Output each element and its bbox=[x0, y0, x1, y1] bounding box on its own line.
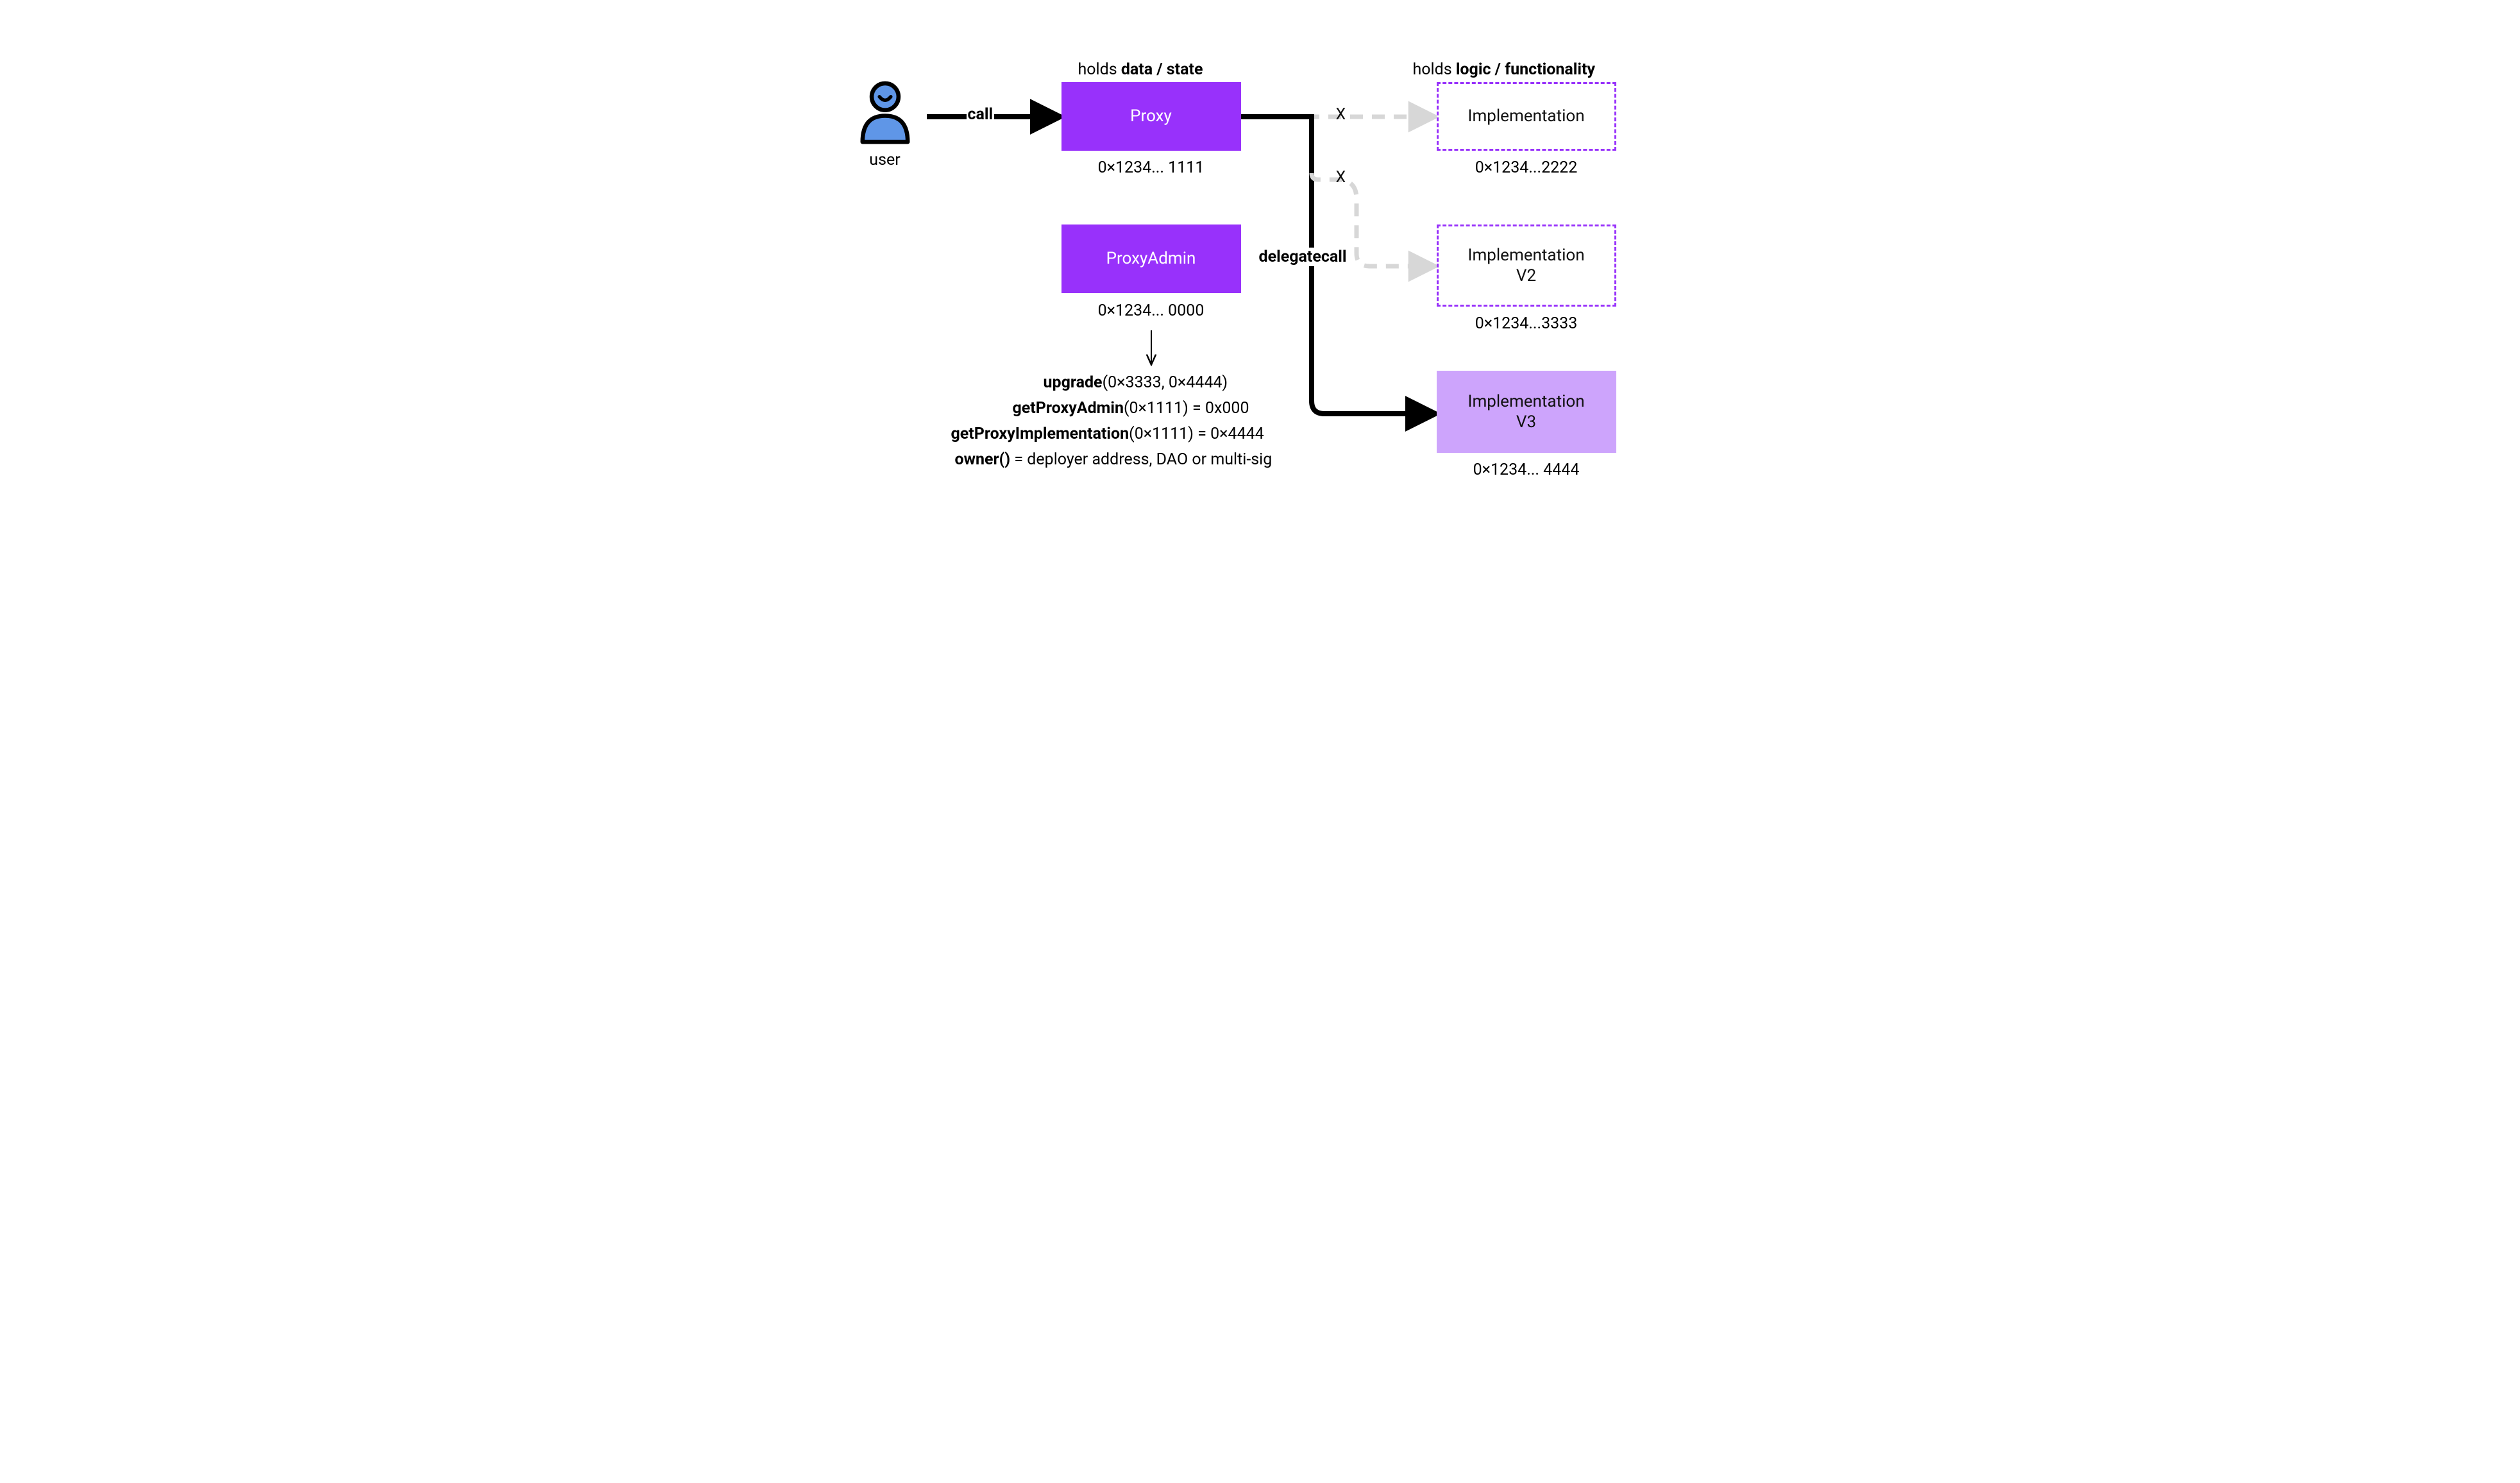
user-label: user bbox=[869, 151, 900, 169]
edge-label-call: call bbox=[967, 105, 995, 124]
diagram-canvas: user call holds data / state holds logic… bbox=[779, 0, 1741, 564]
fn-upgrade-args: (0×3333, 0×4444) bbox=[1103, 373, 1228, 392]
fn-get-proxy-impl: getProxyImplementation(0×1111) = 0×4444 bbox=[951, 425, 1264, 443]
header-left-plain: holds bbox=[1078, 60, 1121, 79]
edge-label-delegatecall: delegatecall bbox=[1258, 248, 1348, 266]
header-right-bold: logic / functionality bbox=[1456, 60, 1595, 79]
fn-get-proxy-admin-name: getProxyAdmin bbox=[1013, 399, 1124, 418]
addr-impl-1: 0×1234...2222 bbox=[1475, 158, 1578, 177]
box-impl-2-label1: Implementation bbox=[1467, 245, 1584, 266]
edge-x-2: X bbox=[1336, 168, 1346, 187]
box-impl-2: Implementation V2 bbox=[1437, 225, 1616, 307]
addr-impl-2: 0×1234...3333 bbox=[1475, 314, 1578, 333]
addr-impl-3: 0×1234... 4444 bbox=[1473, 461, 1580, 479]
fn-get-proxy-impl-name: getProxyImplementation bbox=[951, 425, 1129, 443]
box-proxy-admin: ProxyAdmin bbox=[1061, 225, 1241, 293]
header-logic-functionality: holds logic / functionality bbox=[1413, 60, 1596, 79]
fn-get-proxy-admin: getProxyAdmin(0×1111) = 0x000 bbox=[1013, 399, 1249, 418]
addr-proxy-admin: 0×1234... 0000 bbox=[1098, 301, 1205, 320]
fn-get-proxy-admin-args: (0×1111) = 0x000 bbox=[1124, 399, 1249, 418]
header-data-state: holds data / state bbox=[1078, 60, 1203, 79]
box-impl-1: Implementation bbox=[1437, 82, 1616, 151]
fn-upgrade-name: upgrade bbox=[1044, 373, 1103, 392]
fn-upgrade: upgrade(0×3333, 0×4444) bbox=[1044, 373, 1228, 392]
addr-proxy: 0×1234... 1111 bbox=[1098, 158, 1205, 177]
fn-owner-args: = deployer address, DAO or multi-sig bbox=[1010, 450, 1272, 469]
box-proxy-label: Proxy bbox=[1130, 106, 1172, 127]
fn-owner: owner() = deployer address, DAO or multi… bbox=[955, 450, 1273, 469]
box-impl-2-label2: V2 bbox=[1467, 266, 1584, 287]
edge-x-1: X bbox=[1336, 105, 1346, 124]
header-right-plain: holds bbox=[1413, 60, 1456, 79]
box-impl-1-label: Implementation bbox=[1467, 106, 1584, 127]
box-impl-3-label1: Implementation bbox=[1467, 391, 1584, 412]
fn-get-proxy-impl-args: (0×1111) = 0×4444 bbox=[1129, 425, 1264, 443]
box-impl-3: Implementation V3 bbox=[1437, 371, 1616, 453]
fn-owner-name: owner() bbox=[955, 450, 1011, 469]
box-proxy: Proxy bbox=[1061, 82, 1241, 151]
user-icon bbox=[850, 77, 920, 148]
box-proxy-admin-label: ProxyAdmin bbox=[1106, 248, 1196, 269]
header-left-bold: data / state bbox=[1121, 60, 1203, 79]
box-impl-3-label2: V3 bbox=[1467, 412, 1584, 433]
